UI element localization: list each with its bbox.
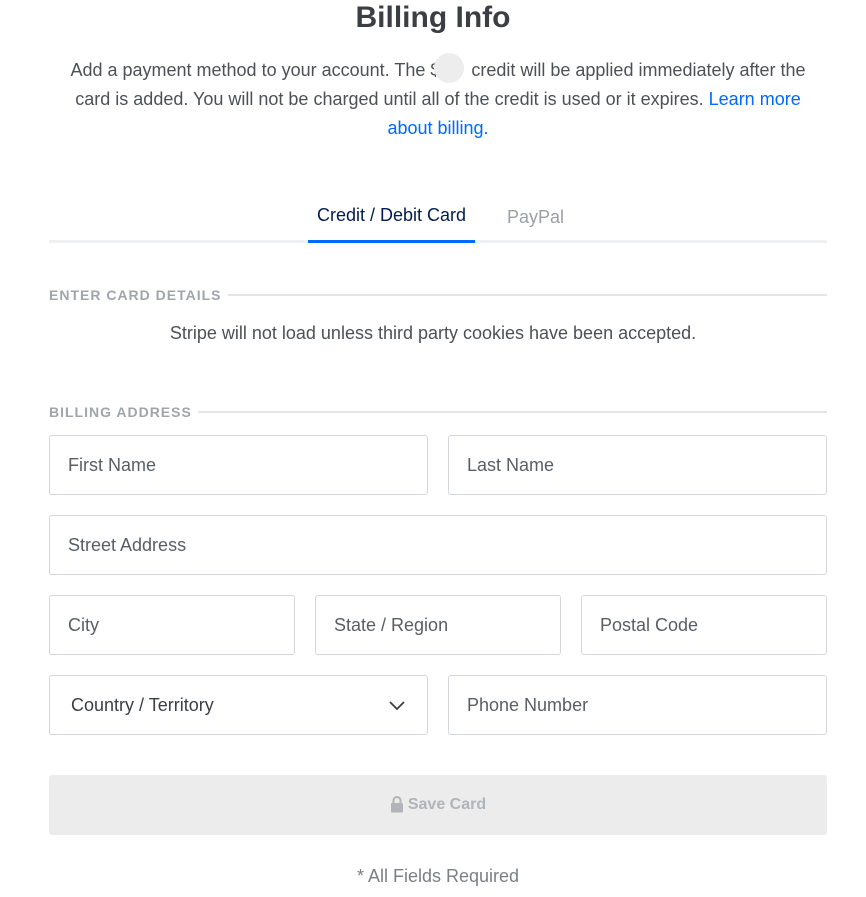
lock-icon — [390, 796, 403, 813]
card-details-section-header: ENTER CARD DETAILS — [49, 286, 827, 304]
postal-code-input[interactable] — [581, 595, 827, 655]
country-select-value: Country / Territory — [71, 694, 214, 715]
section-divider — [197, 411, 827, 413]
billing-address-label: BILLING ADDRESS — [49, 404, 192, 420]
country-territory-select[interactable]: Country / Territory — [49, 675, 428, 735]
state-region-input[interactable] — [315, 595, 561, 655]
intro-text: Add a payment method to your account. Th… — [60, 53, 816, 143]
section-divider — [227, 294, 827, 296]
save-card-button[interactable]: Save Card — [49, 775, 827, 835]
tab-paypal[interactable]: PayPal — [507, 190, 569, 243]
save-card-label: Save Card — [407, 796, 487, 813]
tab-credit-debit-card[interactable]: Credit / Debit Card — [308, 190, 475, 243]
chevron-down-icon — [389, 701, 405, 711]
intro-text-part1: Add a payment method to your account. Th… — [70, 60, 441, 80]
required-fields-note: * All Fields Required — [356, 866, 520, 886]
city-input[interactable] — [49, 595, 295, 655]
redacted-amount — [434, 53, 465, 84]
phone-number-input[interactable] — [448, 675, 827, 735]
payment-method-tabs: Credit / Debit Card PayPal — [49, 190, 827, 243]
card-details-label: ENTER CARD DETAILS — [49, 287, 222, 303]
billing-address-section-header: BILLING ADDRESS — [49, 403, 827, 421]
street-address-input[interactable] — [49, 515, 827, 575]
last-name-input[interactable] — [448, 435, 827, 495]
stripe-cookie-notice: Stripe will not load unless third party … — [169, 323, 697, 343]
first-name-input[interactable] — [49, 435, 428, 495]
page-title: Billing Info — [355, 1, 511, 34]
billing-info-page: Billing Info Add a payment method to you… — [0, 0, 866, 897]
